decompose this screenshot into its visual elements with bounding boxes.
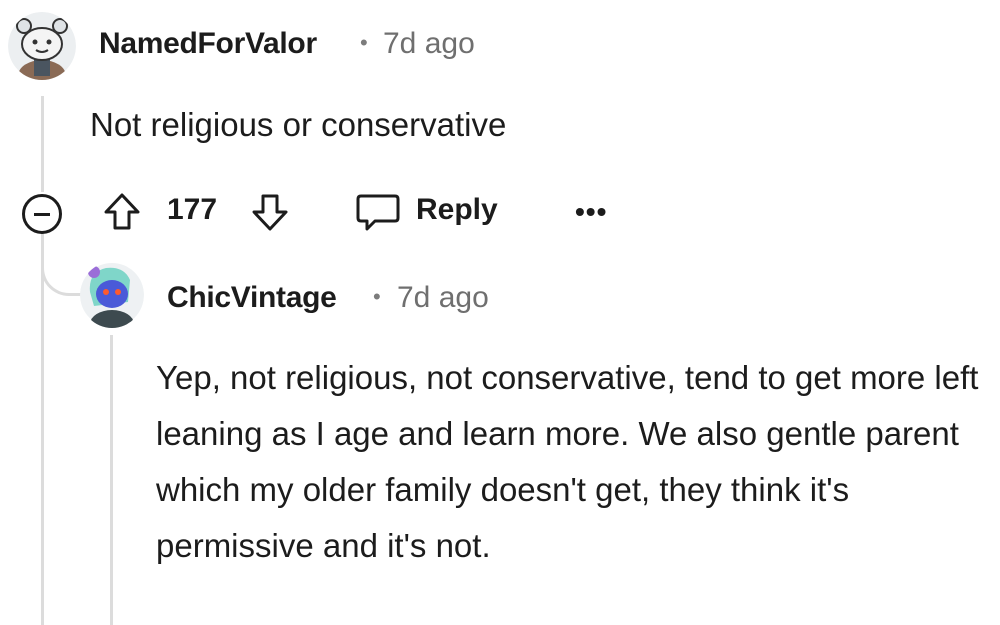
vote-score: 177 xyxy=(167,193,218,226)
downvote-icon[interactable] xyxy=(248,190,292,239)
collapse-icon[interactable] xyxy=(22,194,62,234)
reply-button[interactable]: Reply xyxy=(416,193,498,227)
reply-author[interactable]: ChicVintage xyxy=(167,281,337,315)
comment-actions: 177 Reply ••• xyxy=(0,182,1000,238)
more-icon[interactable]: ••• xyxy=(575,196,607,228)
reply-thread-line[interactable] xyxy=(110,335,113,625)
thread-connector xyxy=(41,232,85,296)
thread-line[interactable] xyxy=(41,234,44,625)
comment-author[interactable]: NamedForValor xyxy=(99,27,317,61)
avatar[interactable] xyxy=(80,262,144,328)
thread-line[interactable] xyxy=(41,96,44,192)
reply-icon[interactable] xyxy=(355,192,401,239)
reply-timestamp[interactable]: 7d ago xyxy=(397,281,489,315)
separator-dot: • xyxy=(360,30,368,55)
comment-body: Not religious or conservative xyxy=(90,106,507,143)
reply-body: Yep, not religious, not conservative, te… xyxy=(156,359,979,564)
avatar[interactable] xyxy=(8,12,76,80)
separator-dot: • xyxy=(373,284,381,309)
upvote-icon[interactable] xyxy=(100,190,144,239)
comment-timestamp[interactable]: 7d ago xyxy=(383,27,475,61)
